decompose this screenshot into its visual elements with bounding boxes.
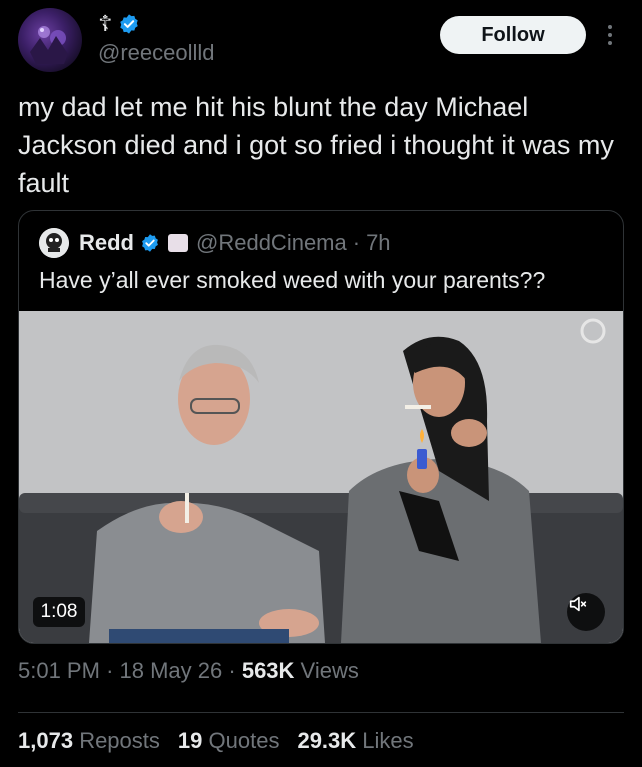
speaker-muted-icon [569, 596, 587, 612]
mute-button[interactable] [567, 593, 605, 631]
meta-separator: · [228, 658, 236, 683]
likes-label: Likes [362, 728, 414, 753]
verified-badge-icon [120, 14, 139, 34]
affiliate-badge-icon [168, 234, 188, 252]
reposts-stat[interactable]: 1,073 Reposts [18, 728, 160, 754]
quote-author-row: Redd @ReddCinema · 7h [39, 228, 391, 258]
engagement-stats: 1,073 Reposts 19 Quotes 29.3K Likes [18, 728, 414, 754]
meta-separator: · [106, 658, 114, 683]
quote-text: Have y’all ever smoked weed with your pa… [39, 267, 546, 293]
author-name-row[interactable]: ☦ [98, 10, 140, 38]
video-duration: 1:08 [33, 597, 85, 627]
author-display-name[interactable]: ☦ [98, 12, 112, 37]
tweet-date[interactable]: 18 May 26 [120, 658, 223, 683]
quote-author-handle[interactable]: @ReddCinema [196, 230, 347, 256]
reposts-count: 1,073 [18, 728, 74, 753]
video-player[interactable]: 1:08 [19, 311, 623, 643]
video-frame [19, 311, 623, 643]
author-avatar[interactable] [18, 8, 82, 72]
views-label: Views [300, 658, 359, 683]
quote-avatar-art [39, 228, 69, 258]
quote-separator: · [352, 230, 361, 255]
quotes-stat[interactable]: 19 Quotes [178, 728, 280, 754]
reposts-label: Reposts [79, 728, 160, 753]
quotes-label: Quotes [208, 728, 280, 753]
quote-time[interactable]: 7h [366, 230, 390, 256]
views-count: 563K [241, 658, 295, 683]
more-options-icon[interactable] [600, 18, 620, 52]
author-handle[interactable]: @reeceollld [98, 40, 215, 66]
tweet-time[interactable]: 5:01 PM [18, 658, 100, 683]
quote-author-avatar[interactable] [39, 228, 69, 258]
tweet-header: ☦ @reeceollld Follow [0, 0, 642, 80]
quoted-tweet[interactable]: Redd @ReddCinema · 7h Have y’all ever sm… [18, 210, 624, 644]
tweet-text: my dad let me hit his blunt the day Mich… [18, 92, 614, 198]
quote-verified-badge-icon [142, 234, 158, 252]
tweet-meta: 5:01 PM · 18 May 26 · 563K Views [18, 658, 359, 684]
follow-button[interactable]: Follow [440, 16, 586, 54]
likes-count: 29.3K [297, 728, 357, 753]
divider [18, 712, 624, 713]
avatar-art [30, 26, 68, 64]
likes-stat[interactable]: 29.3K Likes [297, 728, 413, 754]
quotes-count: 19 [177, 728, 203, 753]
quote-author-name[interactable]: Redd [79, 230, 134, 256]
